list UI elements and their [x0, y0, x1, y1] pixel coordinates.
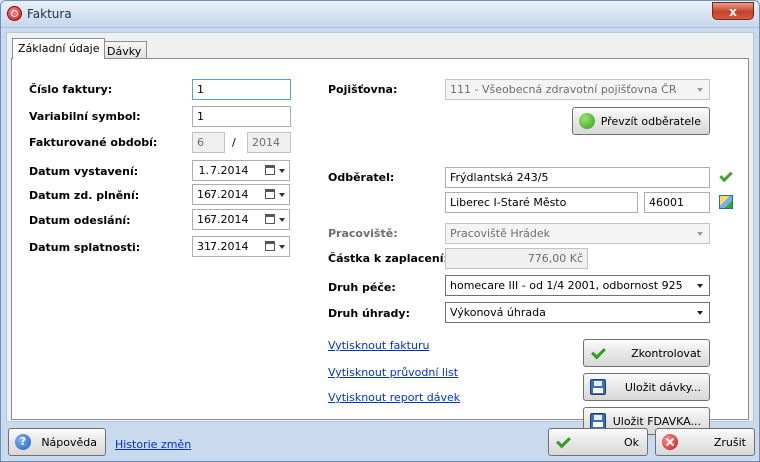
save-batches-button[interactable]: Uložit dávky...: [583, 373, 710, 401]
cancel-button[interactable]: Zrušit: [655, 428, 755, 456]
supply-date-picker[interactable]: 16. 7.2014: [192, 184, 290, 205]
ok-button[interactable]: Ok: [548, 428, 648, 456]
period-year-input: 2014: [247, 132, 291, 153]
invoice-number-input[interactable]: 1: [192, 79, 291, 100]
help-label: Nápověda: [41, 436, 97, 449]
cancel-label: Zrušit: [713, 436, 746, 449]
workplace-label: Pracoviště:: [328, 227, 398, 240]
calendar-icon[interactable]: [265, 165, 275, 175]
amount-label: Částka k zaplacení:: [328, 252, 448, 265]
care-type-select[interactable]: homecare III - od 1/4 2001, odbornost 92…: [445, 275, 710, 296]
period-label: Fakturované období:: [29, 136, 158, 149]
care-type-value: homecare III - od 1/4 2001, odbornost 92…: [450, 279, 683, 292]
transfer-icon: [579, 113, 595, 129]
variable-symbol-input[interactable]: 1: [192, 106, 291, 127]
valid-check-icon: [718, 171, 732, 183]
customer-label: Odběratel:: [328, 171, 395, 184]
sent-date-day: 16.: [197, 213, 215, 226]
check-icon: [555, 434, 571, 450]
title-bar[interactable]: Faktura x: [1, 1, 759, 28]
dropdown-arrow-icon[interactable]: [279, 218, 285, 222]
chevron-down-icon[interactable]: [697, 284, 703, 288]
insurer-label: Pojišťovna:: [328, 83, 398, 96]
chevron-down-icon: [697, 232, 703, 236]
calendar-icon[interactable]: [265, 189, 275, 199]
calendar-icon[interactable]: [265, 241, 275, 251]
insurer-select: 111 - Všeobecná zdravotní pojišťovna ČR: [445, 79, 710, 100]
issue-date-rest: 7.2014: [210, 164, 249, 177]
floppy-icon: [590, 413, 606, 429]
sent-date-picker[interactable]: 16. 7.2014: [192, 209, 290, 230]
print-invoice-link[interactable]: Vytisknout fakturu: [328, 339, 429, 352]
workplace-select: Pracoviště Hrádek: [445, 223, 710, 244]
help-button[interactable]: ? Nápověda: [8, 428, 106, 456]
payment-type-value: Výkonová úhrada: [450, 306, 546, 319]
map-icon[interactable]: [719, 195, 733, 209]
due-date-label: Datum splatnosti:: [29, 241, 141, 254]
cancel-icon: [662, 434, 678, 450]
issue-date-day: 1.: [198, 164, 210, 177]
due-date-picker[interactable]: 31. 7.2014: [192, 236, 290, 257]
check-label: Zkontrolovat: [631, 347, 701, 360]
dropdown-arrow-icon[interactable]: [279, 245, 285, 249]
issue-date-picker[interactable]: 1. 7.2014: [192, 160, 290, 181]
print-cover-letter-link[interactable]: Vytisknout průvodní list: [328, 366, 458, 379]
change-history-link[interactable]: Historie změn: [115, 438, 191, 451]
period-separator: /: [232, 136, 236, 149]
take-customer-label: Převzít odběratele: [600, 115, 701, 128]
supply-date-label: Datum zd. plnění:: [29, 189, 140, 202]
chevron-down-icon: [697, 88, 703, 92]
tab-basic-info[interactable]: Základní údaje: [12, 38, 106, 59]
ok-label: Ok: [623, 436, 639, 449]
customer-street-input[interactable]: Frýdlantská 243/5: [445, 167, 710, 188]
check-button[interactable]: Zkontrolovat: [583, 339, 710, 367]
period-month-input: 6: [192, 132, 225, 153]
check-icon: [590, 345, 606, 361]
payment-type-label: Druh úhrady:: [328, 307, 411, 320]
insurer-value: 111 - Všeobecná zdravotní pojišťovna ČR: [450, 83, 677, 96]
window-title: Faktura: [27, 7, 72, 21]
workplace-value: Pracoviště Hrádek: [450, 227, 551, 240]
variable-symbol-label: Variabilní symbol:: [29, 110, 141, 123]
save-batches-label: Uložit dávky...: [624, 381, 701, 394]
customer-city-input[interactable]: Liberec I-Staré Město: [445, 192, 638, 213]
dropdown-arrow-icon[interactable]: [279, 169, 285, 173]
supply-date-day: 16.: [197, 188, 215, 201]
invoice-number-label: Číslo faktury:: [29, 83, 113, 96]
care-type-label: Druh péče:: [328, 281, 396, 294]
take-customer-button[interactable]: Převzít odběratele: [572, 107, 710, 135]
customer-zip-input[interactable]: 46001: [644, 192, 710, 213]
save-fdavka-label: Uložit FDAVKA...: [612, 415, 701, 428]
sent-date-rest: 7.2014: [210, 213, 249, 226]
calendar-icon[interactable]: [265, 214, 275, 224]
payment-type-select[interactable]: Výkonová úhrada: [445, 302, 710, 323]
floppy-icon: [590, 379, 606, 395]
print-batch-report-link[interactable]: Vytisknout report dávek: [328, 391, 460, 404]
app-icon: [7, 6, 22, 21]
due-date-rest: 7.2014: [210, 240, 249, 253]
chevron-down-icon[interactable]: [697, 311, 703, 315]
invoice-window: Faktura x Základní údaje Dávky Číslo fak…: [0, 0, 760, 462]
tab-panel: Číslo faktury: 1 Variabilní symbol: 1 Fa…: [11, 58, 749, 435]
supply-date-rest: 7.2014: [210, 188, 249, 201]
close-button[interactable]: x: [712, 2, 754, 20]
dialog-body: Základní údaje Dávky Číslo faktury: 1 Va…: [6, 32, 754, 435]
dropdown-arrow-icon[interactable]: [279, 193, 285, 197]
sent-date-label: Datum odeslání:: [29, 214, 131, 227]
help-icon: ?: [15, 434, 31, 450]
issue-date-label: Datum vystavení:: [29, 165, 139, 178]
due-date-day: 31.: [197, 240, 215, 253]
amount-input: 776,00 Kč: [445, 248, 588, 269]
